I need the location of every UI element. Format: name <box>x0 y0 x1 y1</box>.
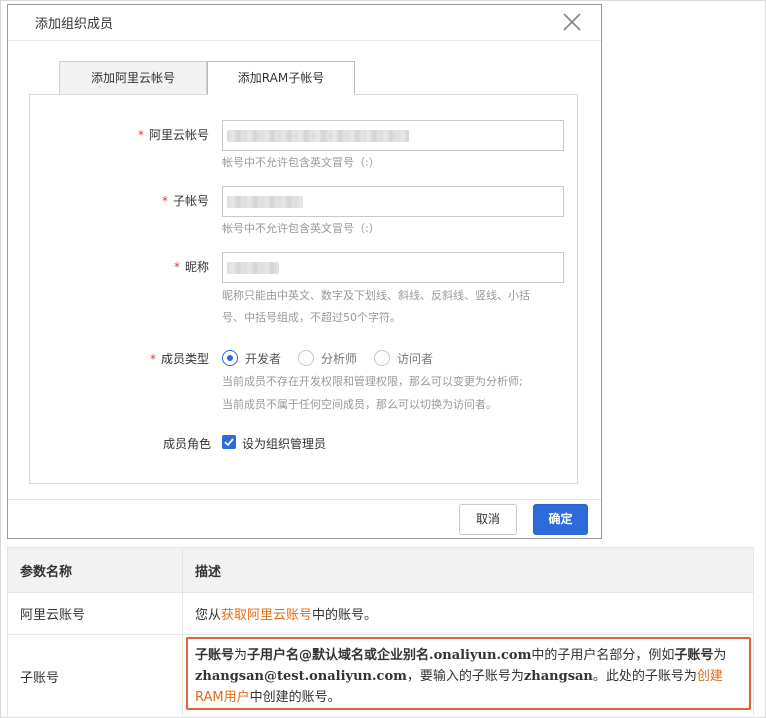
aliyun-account-hint: 帐号中不允许包含英文冒号（:） <box>222 156 380 169</box>
get-aliyun-account-link[interactable]: 获取阿里云账号 <box>221 608 312 623</box>
required-mark: * <box>174 260 180 274</box>
redacted-value <box>227 130 409 142</box>
table-row: 阿里云账号 您从获取阿里云账号中的账号。 <box>7 592 754 635</box>
radio-checked-icon <box>222 350 238 366</box>
dialog-title: 添加组织成员 <box>35 17 114 32</box>
sub-account-hint: 帐号中不允许包含英文冒号（:） <box>222 222 380 235</box>
redacted-value <box>227 196 303 208</box>
redacted-value <box>227 262 279 274</box>
member-type-label: * 成员类型 <box>150 352 210 366</box>
sub-account-input[interactable] <box>222 186 564 217</box>
header-description: 描述 <box>182 547 754 593</box>
sub-account-label: * 子帐号 <box>162 194 210 208</box>
nickname-label: * 昵称 <box>174 260 210 274</box>
member-type-hint-line1: 当前成员不存在开发权限和管理权限，那么可以变更为分析师; <box>222 375 523 388</box>
tab-ram-sub-account[interactable]: 添加RAM子帐号 <box>207 61 355 95</box>
footer-divider <box>8 499 601 500</box>
radio-unchecked-icon <box>374 350 390 366</box>
dialog-header: 添加组织成员 <box>8 5 601 41</box>
description-cell: 您从获取阿里云账号中的账号。 <box>182 592 754 635</box>
member-type-hint-line2: 当前成员不属于任何空间成员，那么可以切换为访问者。 <box>222 398 497 411</box>
param-name-cell: 子账号 <box>7 634 183 718</box>
cancel-button[interactable]: 取消 <box>459 504 517 535</box>
required-mark: * <box>138 128 144 142</box>
required-mark: * <box>150 352 156 366</box>
nickname-hint-line2: 号、中括号组成，不超过50个字符。 <box>222 311 401 324</box>
form-panel: * 阿里云帐号 帐号中不允许包含英文冒号（:） * 子帐号 帐号中不允许包含英文冒号… <box>29 94 578 484</box>
aliyun-account-label: * 阿里云帐号 <box>138 128 210 142</box>
checkbox-checked-icon <box>222 435 236 449</box>
aliyun-account-input[interactable] <box>222 120 564 151</box>
header-param-name: 参数名称 <box>7 547 183 593</box>
close-icon[interactable] <box>560 10 584 34</box>
nickname-hint-line1: 昵称只能由中英文、数字及下划线、斜线、反斜线、竖线、小括 <box>222 289 530 302</box>
table-header-row: 参数名称 描述 <box>7 547 754 593</box>
tab-aliyun-account[interactable]: 添加阿里云帐号 <box>59 61 207 95</box>
member-role-label: 成员角色 <box>163 437 212 451</box>
nickname-input[interactable] <box>222 252 564 283</box>
sub-account-description: 子账号为子用户名@默认域名或企业别名.onaliyun.com中的子用户名部分，… <box>195 648 727 705</box>
ok-button[interactable]: 确定 <box>533 504 588 535</box>
radio-unchecked-icon <box>298 350 314 366</box>
required-mark: * <box>162 194 168 208</box>
add-member-dialog: 添加组织成员 添加阿里云帐号 添加RAM子帐号 * 阿里云帐号 帐号中不允许包含英… <box>7 4 602 539</box>
param-name-cell: 阿里云账号 <box>7 592 183 635</box>
